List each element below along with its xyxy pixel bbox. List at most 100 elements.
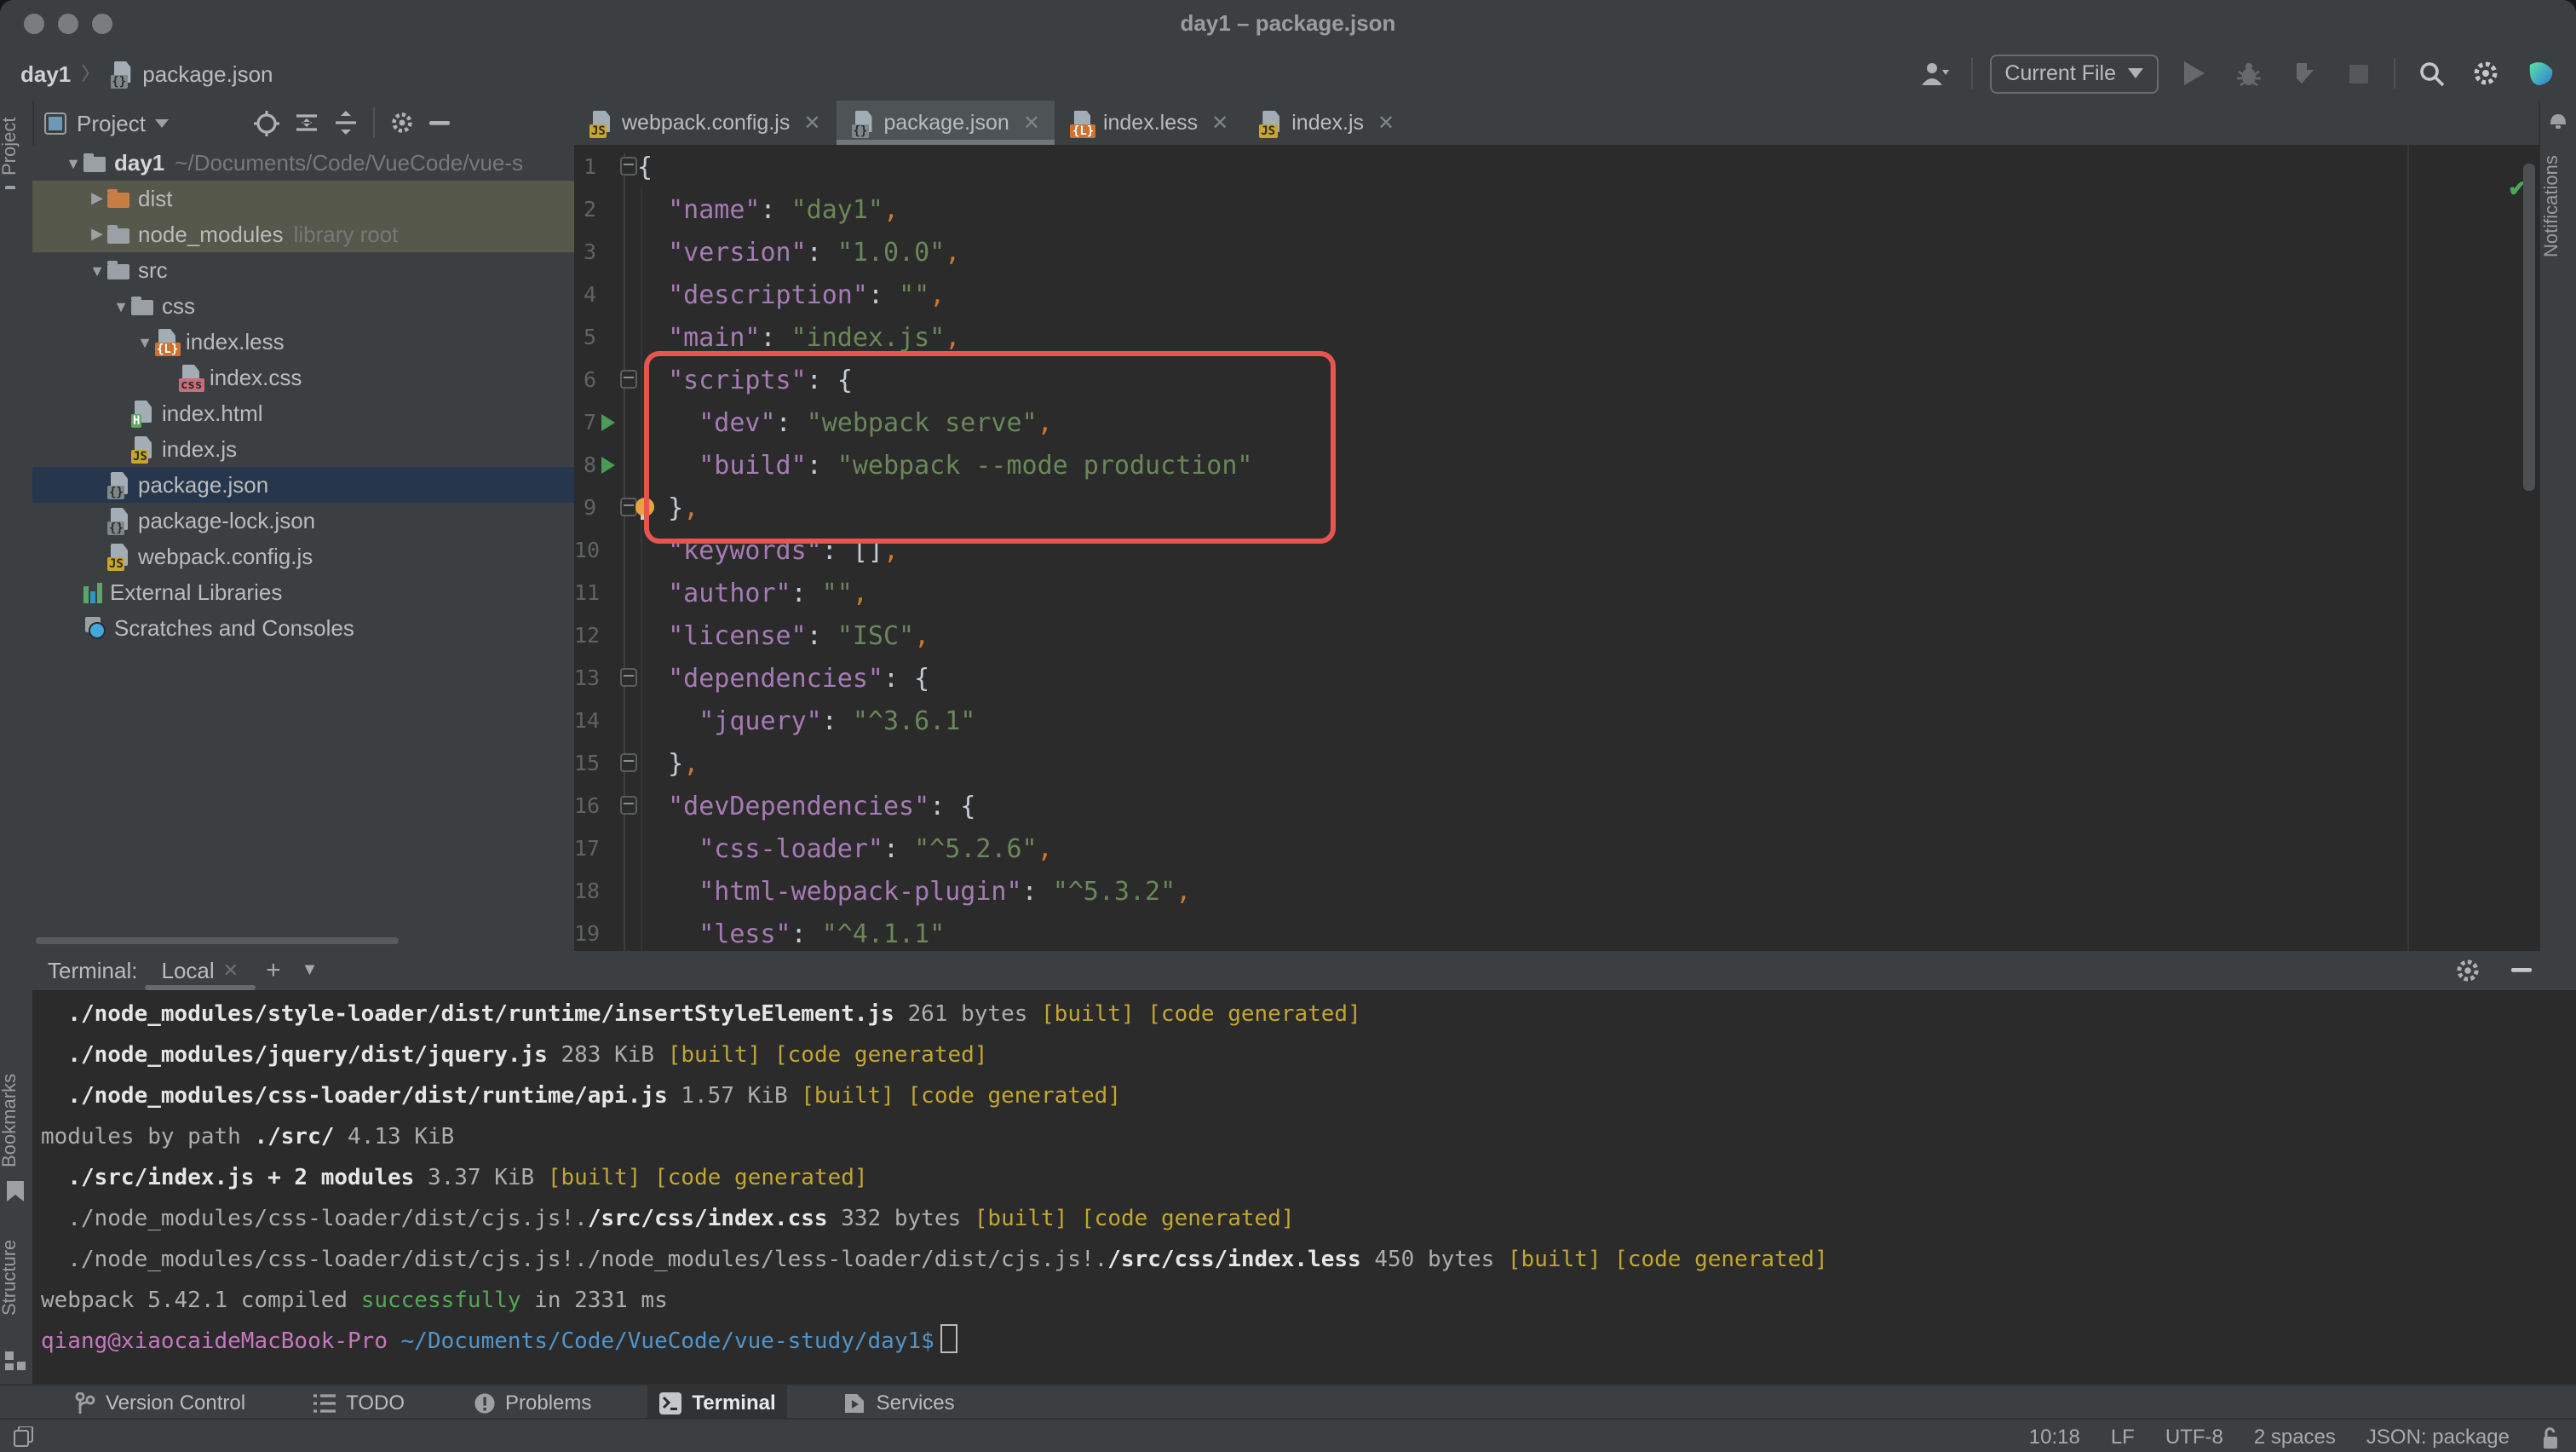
line-number: 10 xyxy=(574,537,596,562)
collapse-all-icon[interactable] xyxy=(334,111,358,135)
notifications-strip-label[interactable]: Notifications xyxy=(2542,138,2574,274)
ide-logo-icon[interactable] xyxy=(2521,55,2559,92)
fold-end-icon[interactable] xyxy=(620,753,637,772)
folder-icon xyxy=(107,193,129,208)
tool-window-button-label: Version Control xyxy=(106,1391,245,1415)
project-strip-label[interactable]: Project xyxy=(0,104,32,189)
fold-end-icon[interactable] xyxy=(620,498,637,516)
structure-icon xyxy=(5,1351,26,1370)
tab-label: index.less xyxy=(1103,111,1198,135)
editor-vertical-scrollbar[interactable] xyxy=(2523,164,2535,491)
project-tool-window-button[interactable]: Project xyxy=(32,110,170,135)
line-number: 18 xyxy=(574,878,596,903)
tree-item-dist[interactable]: ▶dist xyxy=(32,181,574,216)
tool-window-button-label: Services xyxy=(877,1391,955,1415)
code-line-12: 12 "license": "ISC", xyxy=(574,614,2540,656)
error-icon xyxy=(473,1392,495,1414)
status-bar: 10:18 LF UTF-8 2 spaces JSON: package xyxy=(0,1418,2576,1452)
tab-close-icon[interactable]: ✕ xyxy=(1211,111,1228,135)
terminal-tab-local[interactable]: Local ✕ xyxy=(162,951,239,990)
tab-package-json[interactable]: {}package.json✕ xyxy=(836,101,1055,145)
close-icon[interactable]: ✕ xyxy=(223,959,239,982)
code-line-2: 2 "name": "day1", xyxy=(574,187,2540,230)
status-item-10-18[interactable]: 10:18 xyxy=(2029,1425,2080,1449)
fold-start-icon[interactable] xyxy=(620,668,637,687)
breadcrumb-file[interactable]: package.json xyxy=(142,60,273,86)
tree-item-src[interactable]: ▼src xyxy=(32,252,574,288)
fold-start-icon[interactable] xyxy=(620,796,637,815)
terminal-settings-gear-icon[interactable] xyxy=(2455,958,2481,983)
tab-webpack-config-js[interactable]: JSwebpack.config.js✕ xyxy=(574,101,836,145)
run-config-dropdown[interactable]: Current File xyxy=(1989,54,2159,93)
ide-window: day1 – package.json day1 〉 {} package.js… xyxy=(0,0,2576,1452)
terminal-output[interactable]: ./node_modules/style-loader/dist/runtime… xyxy=(32,990,2576,1389)
unlock-icon[interactable] xyxy=(2540,1426,2559,1448)
hide-panel-icon[interactable] xyxy=(429,120,450,125)
code-text: "author": "", xyxy=(637,577,868,608)
tool-window-button-problems[interactable]: Problems xyxy=(461,1386,603,1420)
settings-gear-icon[interactable] xyxy=(2467,55,2504,92)
status-item-json-package[interactable]: JSON: package xyxy=(2366,1425,2510,1449)
tree-item-index-js[interactable]: JSindex.js xyxy=(32,431,574,467)
code-line-3: 3 "version": "1.0.0", xyxy=(574,230,2540,273)
tree-item-scratches-and-consoles[interactable]: Scratches and Consoles xyxy=(32,610,574,646)
fold-start-icon[interactable] xyxy=(620,157,637,176)
terminal-line-8: webpack 5.42.1 compiled successfully in … xyxy=(32,1282,2576,1322)
tab-index-js[interactable]: JSindex.js✕ xyxy=(1244,101,1410,145)
gutter-icon-slot xyxy=(596,456,620,473)
tree-item-day1[interactable]: ▼day1~/Documents/Code/VueCode/vue-s xyxy=(32,145,574,181)
bookmarks-strip-label[interactable]: Bookmarks xyxy=(0,1065,32,1174)
run-with-coverage-button[interactable] xyxy=(2285,55,2322,92)
tool-window-button-services[interactable]: Services xyxy=(832,1386,967,1420)
status-item-2-spaces[interactable]: 2 spaces xyxy=(2254,1425,2336,1449)
tree-item-package-lock-json[interactable]: {}package-lock.json xyxy=(32,503,574,539)
tree-item-webpack-config-js[interactable]: JSwebpack.config.js xyxy=(32,539,574,574)
user-account-icon[interactable] xyxy=(1916,55,1953,92)
tool-window-button-todo[interactable]: TODO xyxy=(302,1386,417,1420)
search-everywhere-icon[interactable] xyxy=(2412,55,2450,92)
js-file-icon: JS xyxy=(1259,110,1281,135)
tree-chevron-icon: ▶ xyxy=(87,189,107,208)
expand-all-icon[interactable] xyxy=(295,111,319,135)
js-file-icon: JS xyxy=(131,436,153,462)
terminal-chevron-down-icon[interactable]: ▼ xyxy=(302,961,319,980)
tab-label: package.json xyxy=(883,111,1009,135)
new-terminal-plus-icon[interactable]: + xyxy=(266,956,281,985)
fold-start-icon[interactable] xyxy=(620,370,637,389)
run-script-icon[interactable] xyxy=(601,456,615,473)
status-item-lf[interactable]: LF xyxy=(2111,1425,2135,1449)
tree-item-css[interactable]: ▼css xyxy=(32,288,574,324)
stop-button[interactable] xyxy=(2339,55,2377,92)
tab-close-icon[interactable]: ✕ xyxy=(1377,111,1394,135)
tree-horizontal-scrollbar[interactable] xyxy=(36,937,399,944)
tool-window-button-version-control[interactable]: Version Control xyxy=(63,1386,257,1420)
tree-item-package-json[interactable]: {}package.json xyxy=(32,467,574,503)
breadcrumb-project[interactable]: day1 xyxy=(20,60,71,86)
debug-button[interactable] xyxy=(2230,55,2268,92)
structure-strip-label[interactable]: Structure xyxy=(0,1225,32,1331)
run-button[interactable] xyxy=(2176,55,2213,92)
tab-close-icon[interactable]: ✕ xyxy=(1023,111,1040,135)
html-file-icon: H xyxy=(131,400,153,426)
tab-label: webpack.config.js xyxy=(622,111,790,135)
tool-window-button-terminal[interactable]: Terminal xyxy=(647,1386,787,1420)
code-text: "main": "index.js", xyxy=(637,321,960,352)
tree-item-node-modules[interactable]: ▶node_moduleslibrary root xyxy=(32,216,574,252)
tree-item-index-html[interactable]: Hindex.html xyxy=(32,395,574,431)
code-editor[interactable]: 1{2 "name": "day1",3 "version": "1.0.0",… xyxy=(574,145,2540,951)
tree-item-external-libraries[interactable]: External Libraries xyxy=(32,574,574,610)
hide-terminal-icon[interactable] xyxy=(2511,968,2532,973)
hide-windows-icon[interactable] xyxy=(14,1426,34,1447)
tab-close-icon[interactable]: ✕ xyxy=(803,111,820,135)
json-file-icon: {} xyxy=(110,60,132,86)
status-item-utf-8[interactable]: UTF-8 xyxy=(2165,1425,2223,1449)
tab-index-less[interactable]: {L}index.less✕ xyxy=(1055,101,1244,145)
panel-settings-gear-icon[interactable] xyxy=(390,111,414,135)
run-script-icon[interactable] xyxy=(601,413,615,430)
tree-item-index-css[interactable]: cssindex.css xyxy=(32,360,574,395)
locate-file-icon[interactable] xyxy=(254,110,279,135)
code-text: "version": "1.0.0", xyxy=(637,236,960,267)
code-line-1: 1{ xyxy=(574,145,2540,187)
tree-item-index-less[interactable]: ▼{L}index.less xyxy=(32,324,574,360)
line-number: 2 xyxy=(574,196,596,222)
